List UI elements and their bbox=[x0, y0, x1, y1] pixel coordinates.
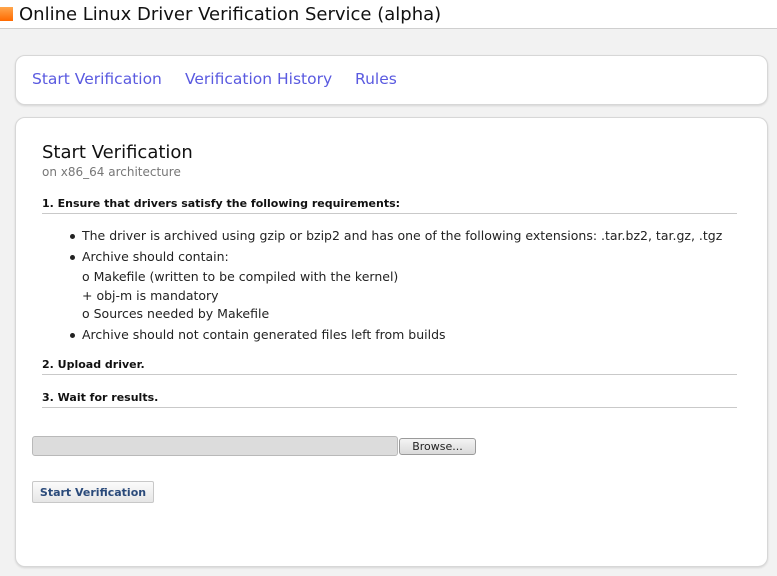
step-2-heading: 2. Upload driver. bbox=[42, 358, 737, 375]
requirement-archive-format: The driver is archived using gzip or bzi… bbox=[82, 228, 723, 243]
nav-rules-link[interactable]: Rules bbox=[355, 70, 397, 88]
requirement-sources: o Sources needed by Makefile bbox=[82, 306, 270, 321]
start-verification-button[interactable]: Start Verification bbox=[32, 481, 154, 503]
driver-file-input[interactable] bbox=[32, 436, 398, 456]
orange-square-icon bbox=[0, 7, 13, 21]
section-title: Start Verification bbox=[42, 142, 193, 163]
requirement-no-generated: Archive should not contain generated fil… bbox=[82, 327, 446, 342]
requirement-makefile: o Makefile (written to be compiled with … bbox=[82, 269, 399, 284]
nav-start-verification-link[interactable]: Start Verification bbox=[32, 70, 162, 88]
page-title: Online Linux Driver Verification Service… bbox=[19, 4, 442, 25]
architecture-subtitle: on x86_64 architecture bbox=[42, 165, 181, 179]
bullet-icon bbox=[70, 234, 75, 239]
title-bar: Online Linux Driver Verification Service… bbox=[0, 0, 777, 29]
browse-button[interactable]: Browse... bbox=[399, 438, 476, 455]
step-1-heading: 1. Ensure that drivers satisfy the follo… bbox=[42, 197, 737, 214]
step-3-heading: 3. Wait for results. bbox=[42, 391, 737, 408]
bullet-icon bbox=[70, 255, 75, 260]
navigation-panel: Start Verification Verification History … bbox=[15, 55, 768, 105]
bullet-icon bbox=[70, 333, 75, 338]
requirement-objm: + obj-m is mandatory bbox=[82, 288, 219, 303]
main-panel: Start Verification on x86_64 architectur… bbox=[15, 117, 768, 567]
nav-verification-history-link[interactable]: Verification History bbox=[185, 70, 332, 88]
requirement-archive-contain: Archive should contain: bbox=[82, 249, 229, 264]
